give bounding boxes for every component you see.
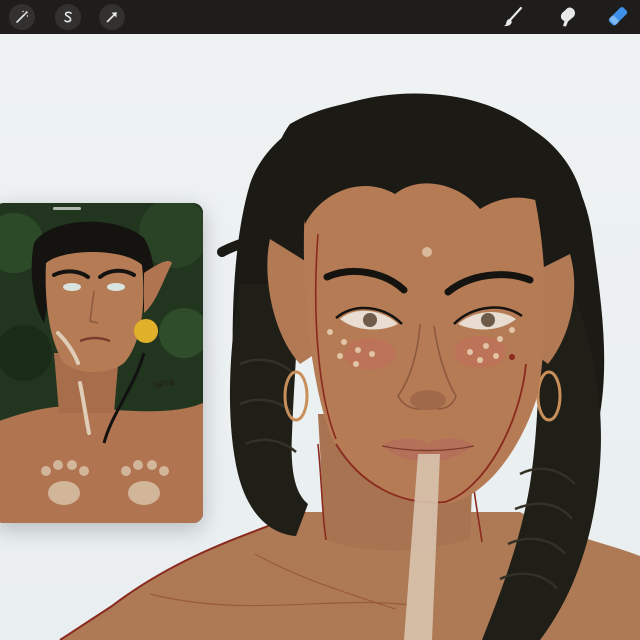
- drawing-canvas[interactable]: larra: [0, 34, 640, 640]
- top-toolbar: [0, 0, 640, 34]
- reference-window[interactable]: larra: [0, 203, 203, 523]
- eraser-tool-button[interactable]: [606, 5, 630, 29]
- eraser-icon: [608, 7, 628, 26]
- transform-button[interactable]: [99, 4, 125, 30]
- reference-image: larra: [0, 203, 203, 523]
- selection-s-icon: [64, 11, 72, 23]
- arrow-cursor-icon: [106, 12, 117, 23]
- magic-wand-icon: [16, 10, 29, 23]
- smudge-tool-button[interactable]: [555, 5, 579, 29]
- brush-icon: [504, 6, 523, 27]
- selection-button[interactable]: [55, 4, 81, 30]
- brush-tool-button[interactable]: [501, 5, 525, 29]
- reference-drag-handle[interactable]: [53, 207, 81, 210]
- adjustments-button[interactable]: [9, 4, 35, 30]
- smudge-icon: [560, 7, 575, 27]
